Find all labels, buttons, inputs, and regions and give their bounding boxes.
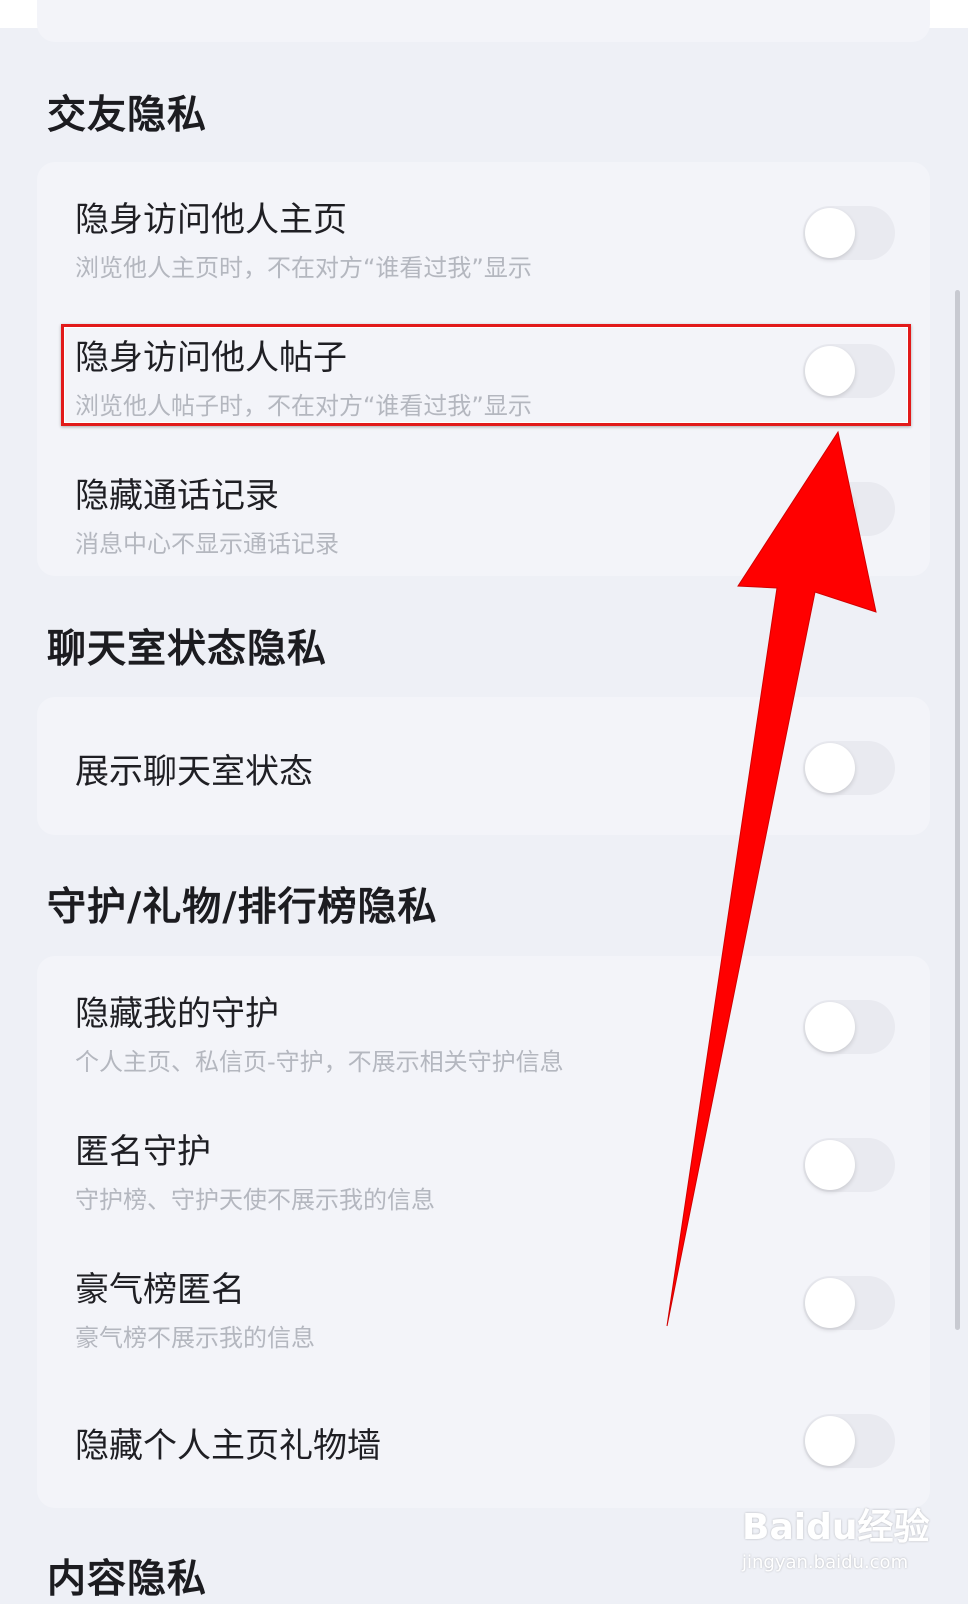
previous-settings-card	[37, 0, 930, 42]
setting-row-anonymous-guard[interactable]: 匿名守护 守护榜、守护天使不展示我的信息	[37, 1094, 930, 1232]
chatroom-privacy-card: 展示聊天室状态	[37, 697, 930, 835]
setting-row-anonymous-generosity-ranking[interactable]: 豪气榜匿名 豪气榜不展示我的信息	[37, 1232, 930, 1370]
setting-description: 浏览他人帖子时，不在对方“谁看过我”显示	[75, 392, 532, 420]
hide-my-guard-toggle[interactable]	[803, 1000, 895, 1054]
setting-label: 隐身访问他人主页	[75, 200, 347, 240]
anonymous-guard-toggle[interactable]	[803, 1138, 895, 1192]
guard-gift-ranking-card: 隐藏我的守护 个人主页、私信页-守护，不展示相关守护信息 匿名守护 守护榜、守护…	[37, 956, 930, 1508]
toggle-knob	[805, 208, 855, 258]
hide-gift-wall-toggle[interactable]	[803, 1414, 895, 1468]
setting-description: 豪气榜不展示我的信息	[75, 1324, 315, 1352]
setting-label: 隐藏个人主页礼物墙	[75, 1426, 381, 1466]
show-chatroom-status-toggle[interactable]	[803, 741, 895, 795]
invisible-visit-posts-toggle[interactable]	[803, 344, 895, 398]
toggle-knob	[805, 484, 855, 534]
hide-call-records-toggle[interactable]	[803, 482, 895, 536]
invisible-visit-profile-toggle[interactable]	[803, 206, 895, 260]
toggle-knob	[805, 743, 855, 793]
setting-row-hide-call-records[interactable]: 隐藏通话记录 消息中心不显示通话记录	[37, 438, 930, 576]
section-title-guard-gift-ranking-privacy: 守护/礼物/排行榜隐私	[47, 885, 438, 930]
setting-row-show-chatroom-status[interactable]: 展示聊天室状态	[37, 697, 930, 835]
baidu-watermark-logo: Baidu经验	[742, 1507, 930, 1548]
setting-label: 展示聊天室状态	[75, 752, 313, 792]
setting-row-invisible-visit-profile[interactable]: 隐身访问他人主页 浏览他人主页时，不在对方“谁看过我”显示	[37, 162, 930, 300]
toggle-knob	[805, 346, 855, 396]
setting-label: 隐藏通话记录	[75, 476, 279, 516]
section-title-content-privacy: 内容隐私	[47, 1557, 208, 1602]
setting-label: 隐身访问他人帖子	[75, 338, 347, 378]
setting-label: 豪气榜匿名	[75, 1270, 245, 1310]
section-title-chatroom-status-privacy: 聊天室状态隐私	[47, 627, 328, 672]
social-privacy-card: 隐身访问他人主页 浏览他人主页时，不在对方“谁看过我”显示 隐身访问他人帖子 浏…	[37, 162, 930, 576]
setting-row-hide-my-guard[interactable]: 隐藏我的守护 个人主页、私信页-守护，不展示相关守护信息	[37, 956, 930, 1094]
setting-description: 浏览他人主页时，不在对方“谁看过我”显示	[75, 254, 532, 282]
setting-row-hide-gift-wall[interactable]: 隐藏个人主页礼物墙	[37, 1370, 930, 1508]
baidu-watermark-url: jingyan.baidu.com	[742, 1552, 909, 1573]
setting-label: 隐藏我的守护	[75, 994, 279, 1034]
toggle-knob	[805, 1416, 855, 1466]
section-title-social-privacy: 交友隐私	[47, 93, 208, 138]
toggle-knob	[805, 1002, 855, 1052]
scrollbar[interactable]	[955, 290, 960, 1330]
setting-description: 消息中心不显示通话记录	[75, 530, 339, 558]
setting-label: 匿名守护	[75, 1132, 211, 1172]
toggle-knob	[805, 1140, 855, 1190]
setting-description: 个人主页、私信页-守护，不展示相关守护信息	[75, 1048, 564, 1076]
setting-description: 守护榜、守护天使不展示我的信息	[75, 1186, 435, 1214]
anonymous-generosity-ranking-toggle[interactable]	[803, 1276, 895, 1330]
setting-row-invisible-visit-posts[interactable]: 隐身访问他人帖子 浏览他人帖子时，不在对方“谁看过我”显示	[37, 300, 930, 438]
toggle-knob	[805, 1278, 855, 1328]
